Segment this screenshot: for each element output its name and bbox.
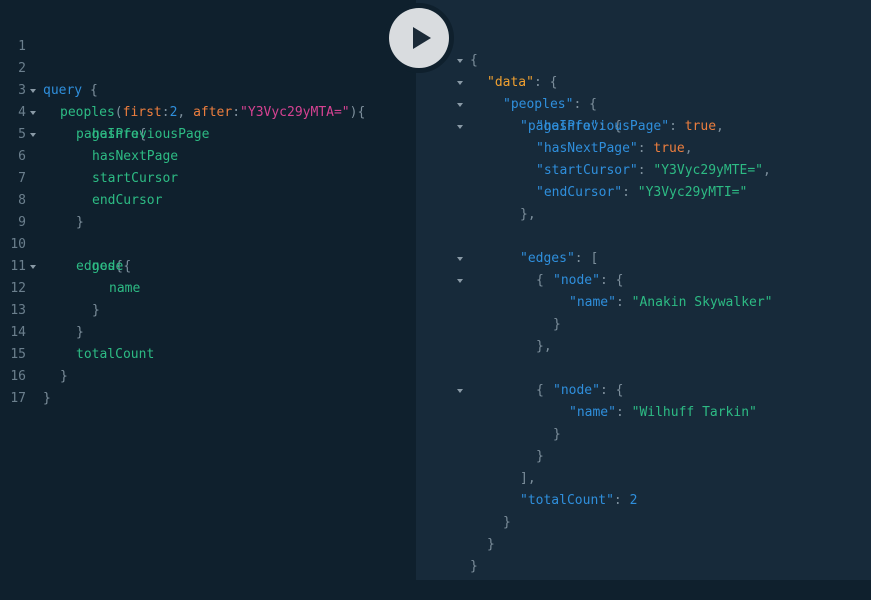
brace: }, — [520, 207, 536, 222]
editor-line[interactable]: 4 hasPreviousPage — [0, 80, 416, 142]
brace: }, — [536, 339, 552, 354]
editor-line[interactable]: 6 startCursor — [0, 124, 416, 186]
result-line: { — [416, 336, 544, 398]
comma: , — [762, 163, 771, 178]
result-line: "hasPreviousPage": true, — [416, 94, 724, 134]
result-line: } — [416, 424, 544, 464]
editor-line[interactable]: 10 node{ — [0, 212, 416, 274]
result-line: "node": { — [416, 248, 623, 288]
key-hasNextPage: "hasNextPage" — [536, 141, 638, 156]
value-startCursor: "Y3Vyc29yMTE=" — [653, 163, 763, 178]
colon: : — [613, 493, 630, 508]
editor-line[interactable]: 15 } — [0, 322, 416, 384]
colon: : — [669, 119, 685, 134]
brace: } — [470, 559, 478, 574]
value-name: "Anakin Skywalker" — [631, 295, 773, 310]
play-icon — [412, 27, 431, 49]
fold-toggle-icon[interactable] — [456, 50, 464, 72]
key-startCursor: "startCursor" — [536, 163, 638, 178]
value-name: "Wilhuff Tarkin" — [631, 405, 757, 420]
key-name: "name" — [569, 295, 616, 310]
editor-line[interactable]: 16 } — [0, 344, 416, 406]
colon-bracket: : [ — [574, 251, 599, 266]
editor-line[interactable]: 2 peoples(first:2, after:"Y3Vyc29yMTA=")… — [0, 36, 416, 120]
colon-brace: : { — [599, 273, 624, 288]
colon-brace: : { — [573, 97, 597, 112]
editor-line[interactable]: 17 — [0, 366, 416, 406]
result-line: }, — [416, 182, 536, 222]
key-edges: "edges" — [520, 251, 575, 266]
value-endCursor: "Y3Vyc29yMTI=" — [637, 185, 748, 200]
editor-line[interactable]: 3 pageInfo{ — [0, 58, 416, 142]
fold-toggle-icon[interactable] — [456, 270, 464, 292]
result-line: } — [416, 512, 495, 552]
key-hasPreviousPage: "hasPreviousPage" — [536, 119, 670, 134]
brace: { — [536, 273, 544, 288]
editor-line[interactable]: 1 query { — [0, 14, 416, 98]
brace: { — [536, 383, 544, 398]
result-line: "pageInfo": { — [416, 72, 622, 134]
brace: { — [470, 53, 478, 68]
colon: : — [637, 141, 654, 156]
editor-line[interactable]: 11 name — [0, 234, 416, 296]
result-line: "edges": [ — [416, 204, 598, 266]
line-number: 17 — [10, 391, 26, 406]
key-node: "node" — [553, 383, 600, 398]
result-line: "name": "Wilhuff Tarkin" — [416, 380, 757, 420]
fold-toggle-icon[interactable] — [456, 248, 464, 270]
brace: } — [43, 391, 51, 406]
fold-toggle-icon[interactable] — [456, 116, 464, 138]
result-line: } — [416, 402, 561, 442]
value-totalCount: 2 — [629, 493, 638, 508]
bracket: ], — [520, 471, 536, 486]
result-line: } — [416, 292, 561, 332]
result-line: { — [416, 226, 544, 288]
brace: } — [487, 537, 495, 552]
editor-line[interactable]: 12 } — [0, 256, 416, 318]
result-line: ], — [416, 446, 536, 486]
result-line: "endCursor": "Y3Vyc29yMTI=" — [416, 160, 747, 200]
result-line: "node": { — [416, 358, 623, 398]
result-line: "name": "Anakin Skywalker" — [416, 270, 773, 310]
value-hasNextPage: true — [653, 141, 685, 156]
key-peoples: "peoples" — [503, 97, 574, 112]
colon: : — [622, 185, 638, 200]
editor-line[interactable]: 8 } — [0, 168, 416, 230]
fold-toggle-icon[interactable] — [456, 94, 464, 116]
comma: , — [684, 141, 693, 156]
result-viewer: { "data": { "peoples": { "pageInfo": { "… — [416, 0, 871, 580]
editor-line[interactable]: 13 } — [0, 278, 416, 340]
result-line: }, — [416, 314, 552, 354]
colon-brace: : { — [533, 75, 558, 90]
key-data: "data" — [487, 75, 534, 90]
result-line: "startCursor": "Y3Vyc29yMTE=", — [416, 138, 771, 178]
result-line: } — [416, 534, 478, 574]
run-query-button[interactable] — [384, 3, 454, 73]
fold-toggle-icon[interactable] — [456, 72, 464, 94]
brace: } — [536, 449, 544, 464]
key-endCursor: "endCursor" — [536, 185, 623, 200]
query-editor[interactable]: 1 query { 2 peoples(first:2, after:"Y3Vy… — [0, 0, 416, 580]
result-line: "hasNextPage": true, — [416, 116, 693, 156]
run-button-face[interactable] — [389, 8, 449, 68]
comma: , — [716, 119, 724, 134]
brace: } — [553, 427, 561, 442]
brace: } — [553, 317, 561, 332]
editor-line[interactable]: 5 hasNextPage — [0, 102, 416, 164]
result-line: "totalCount": 2 — [416, 468, 637, 508]
colon: : — [615, 295, 632, 310]
colon: : — [637, 163, 654, 178]
value-hasPreviousPage: true — [684, 119, 717, 134]
key-name: "name" — [569, 405, 616, 420]
key-totalCount: "totalCount" — [520, 493, 614, 508]
colon-brace: : { — [599, 383, 624, 398]
brace: } — [503, 515, 511, 530]
result-line: } — [416, 490, 511, 530]
editor-line[interactable]: 7 endCursor — [0, 146, 416, 208]
editor-line[interactable]: 14 totalCount — [0, 300, 416, 362]
fold-toggle-icon[interactable] — [456, 380, 464, 402]
key-node: "node" — [553, 273, 600, 288]
colon: : — [615, 405, 632, 420]
editor-line[interactable]: 9 edges{ — [0, 190, 416, 274]
